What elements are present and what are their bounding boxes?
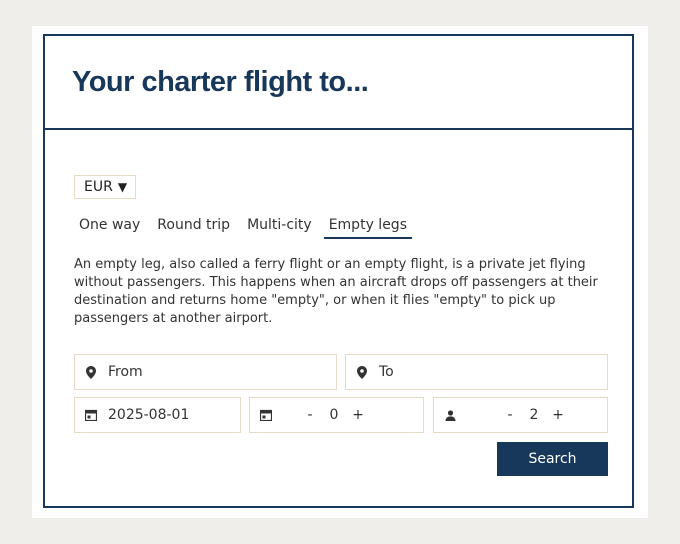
tab-empty-legs[interactable]: Empty legs xyxy=(323,215,412,239)
passengers-value: 2 xyxy=(529,407,539,423)
empty-legs-description: An empty leg, also called a ferry flight… xyxy=(74,257,598,326)
date-field[interactable]: 2025-08-01 xyxy=(74,397,241,433)
passengers-increment-button[interactable]: + xyxy=(549,407,567,423)
map-pin-icon xyxy=(355,365,369,379)
days-stepper: - 0 + xyxy=(249,397,424,433)
caret-down-icon: ▼ xyxy=(117,180,128,194)
from-placeholder: From xyxy=(108,364,143,380)
calendar-icon xyxy=(259,408,273,422)
flight-search-card: Your charter flight to... EUR ▼ One way … xyxy=(43,34,634,508)
card-header: Your charter flight to... xyxy=(45,36,632,130)
tab-one-way[interactable]: One way xyxy=(74,215,145,239)
passengers-stepper: - 2 + xyxy=(433,397,608,433)
days-decrement-button[interactable]: - xyxy=(301,407,319,423)
calendar-icon xyxy=(84,408,98,422)
search-button[interactable]: Search xyxy=(497,442,608,476)
from-field[interactable]: From xyxy=(74,354,337,390)
to-placeholder: To xyxy=(379,364,394,380)
currency-select[interactable]: EUR ▼ xyxy=(74,175,136,199)
tab-multi-city[interactable]: Multi-city xyxy=(242,215,317,239)
currency-value: EUR xyxy=(84,179,113,195)
tab-round-trip[interactable]: Round trip xyxy=(152,215,235,239)
trip-type-tabs: One way Round trip Multi-city Empty legs xyxy=(74,215,419,239)
days-increment-button[interactable]: + xyxy=(349,407,367,423)
date-value: 2025-08-01 xyxy=(108,407,190,423)
page-title: Your charter flight to... xyxy=(72,65,369,98)
map-pin-icon xyxy=(84,365,98,379)
to-field[interactable]: To xyxy=(345,354,608,390)
passengers-decrement-button[interactable]: - xyxy=(501,407,519,423)
person-icon xyxy=(443,408,457,422)
days-value: 0 xyxy=(329,407,339,423)
